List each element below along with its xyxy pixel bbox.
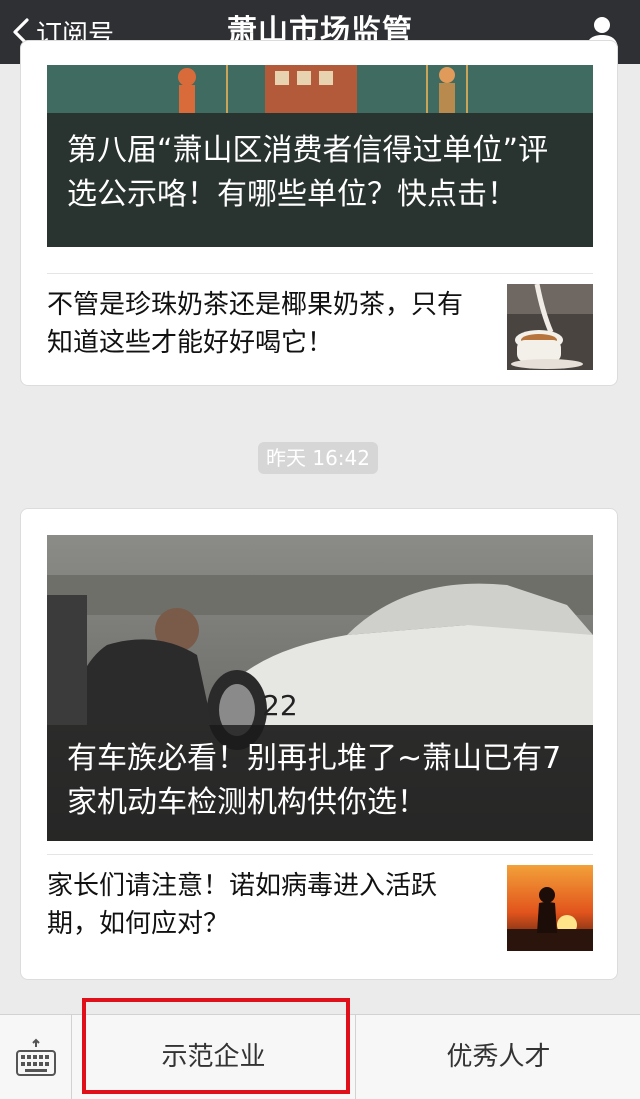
svg-text:22: 22	[262, 689, 298, 722]
article-card: 22 有车族必看！别再扎堆了~萧山已有7家机动车检测机构供你选！ 家长们请注意！…	[20, 508, 618, 980]
bottom-menu-bar: 示范企业 优秀人才	[0, 1014, 640, 1099]
article-cover[interactable]: 22 有车族必看！别再扎堆了~萧山已有7家机动车检测机构供你选！	[47, 535, 593, 841]
menu-item-outstanding-talent[interactable]: 优秀人才	[357, 1015, 640, 1099]
keyboard-icon	[15, 1038, 56, 1076]
list-item-thumbnail	[507, 284, 593, 370]
list-item-thumbnail	[507, 865, 593, 951]
message-timestamp: 昨天 16:42	[258, 442, 378, 474]
article-cover[interactable]: 第八届“萧山区消费者信得过单位”评选公示咯！有哪些单位？快点击！	[47, 65, 593, 247]
list-item-title: 不管是珍珠奶茶还是椰果奶茶，只有知道这些才能好好喝它！	[47, 290, 464, 358]
list-item-title: 家长们请注意！诺如病毒进入活跃期，如何应对？	[47, 871, 438, 939]
article-card: 第八届“萧山区消费者信得过单位”评选公示咯！有哪些单位？快点击！ 不管是珍珠奶茶…	[20, 40, 618, 386]
menu-item-model-enterprise[interactable]: 示范企业	[72, 1015, 356, 1099]
list-item[interactable]: 不管是珍珠奶茶还是椰果奶茶，只有知道这些才能好好喝它！	[47, 273, 593, 373]
list-item[interactable]: 家长们请注意！诺如病毒进入活跃期，如何应对？	[47, 854, 593, 954]
cover-title: 第八届“萧山区消费者信得过单位”评选公示咯！有哪些单位？快点击！	[47, 113, 593, 247]
cover-title: 有车族必看！别再扎堆了~萧山已有7家机动车检测机构供你选！	[47, 725, 593, 841]
keyboard-toggle-button[interactable]	[0, 1015, 72, 1099]
